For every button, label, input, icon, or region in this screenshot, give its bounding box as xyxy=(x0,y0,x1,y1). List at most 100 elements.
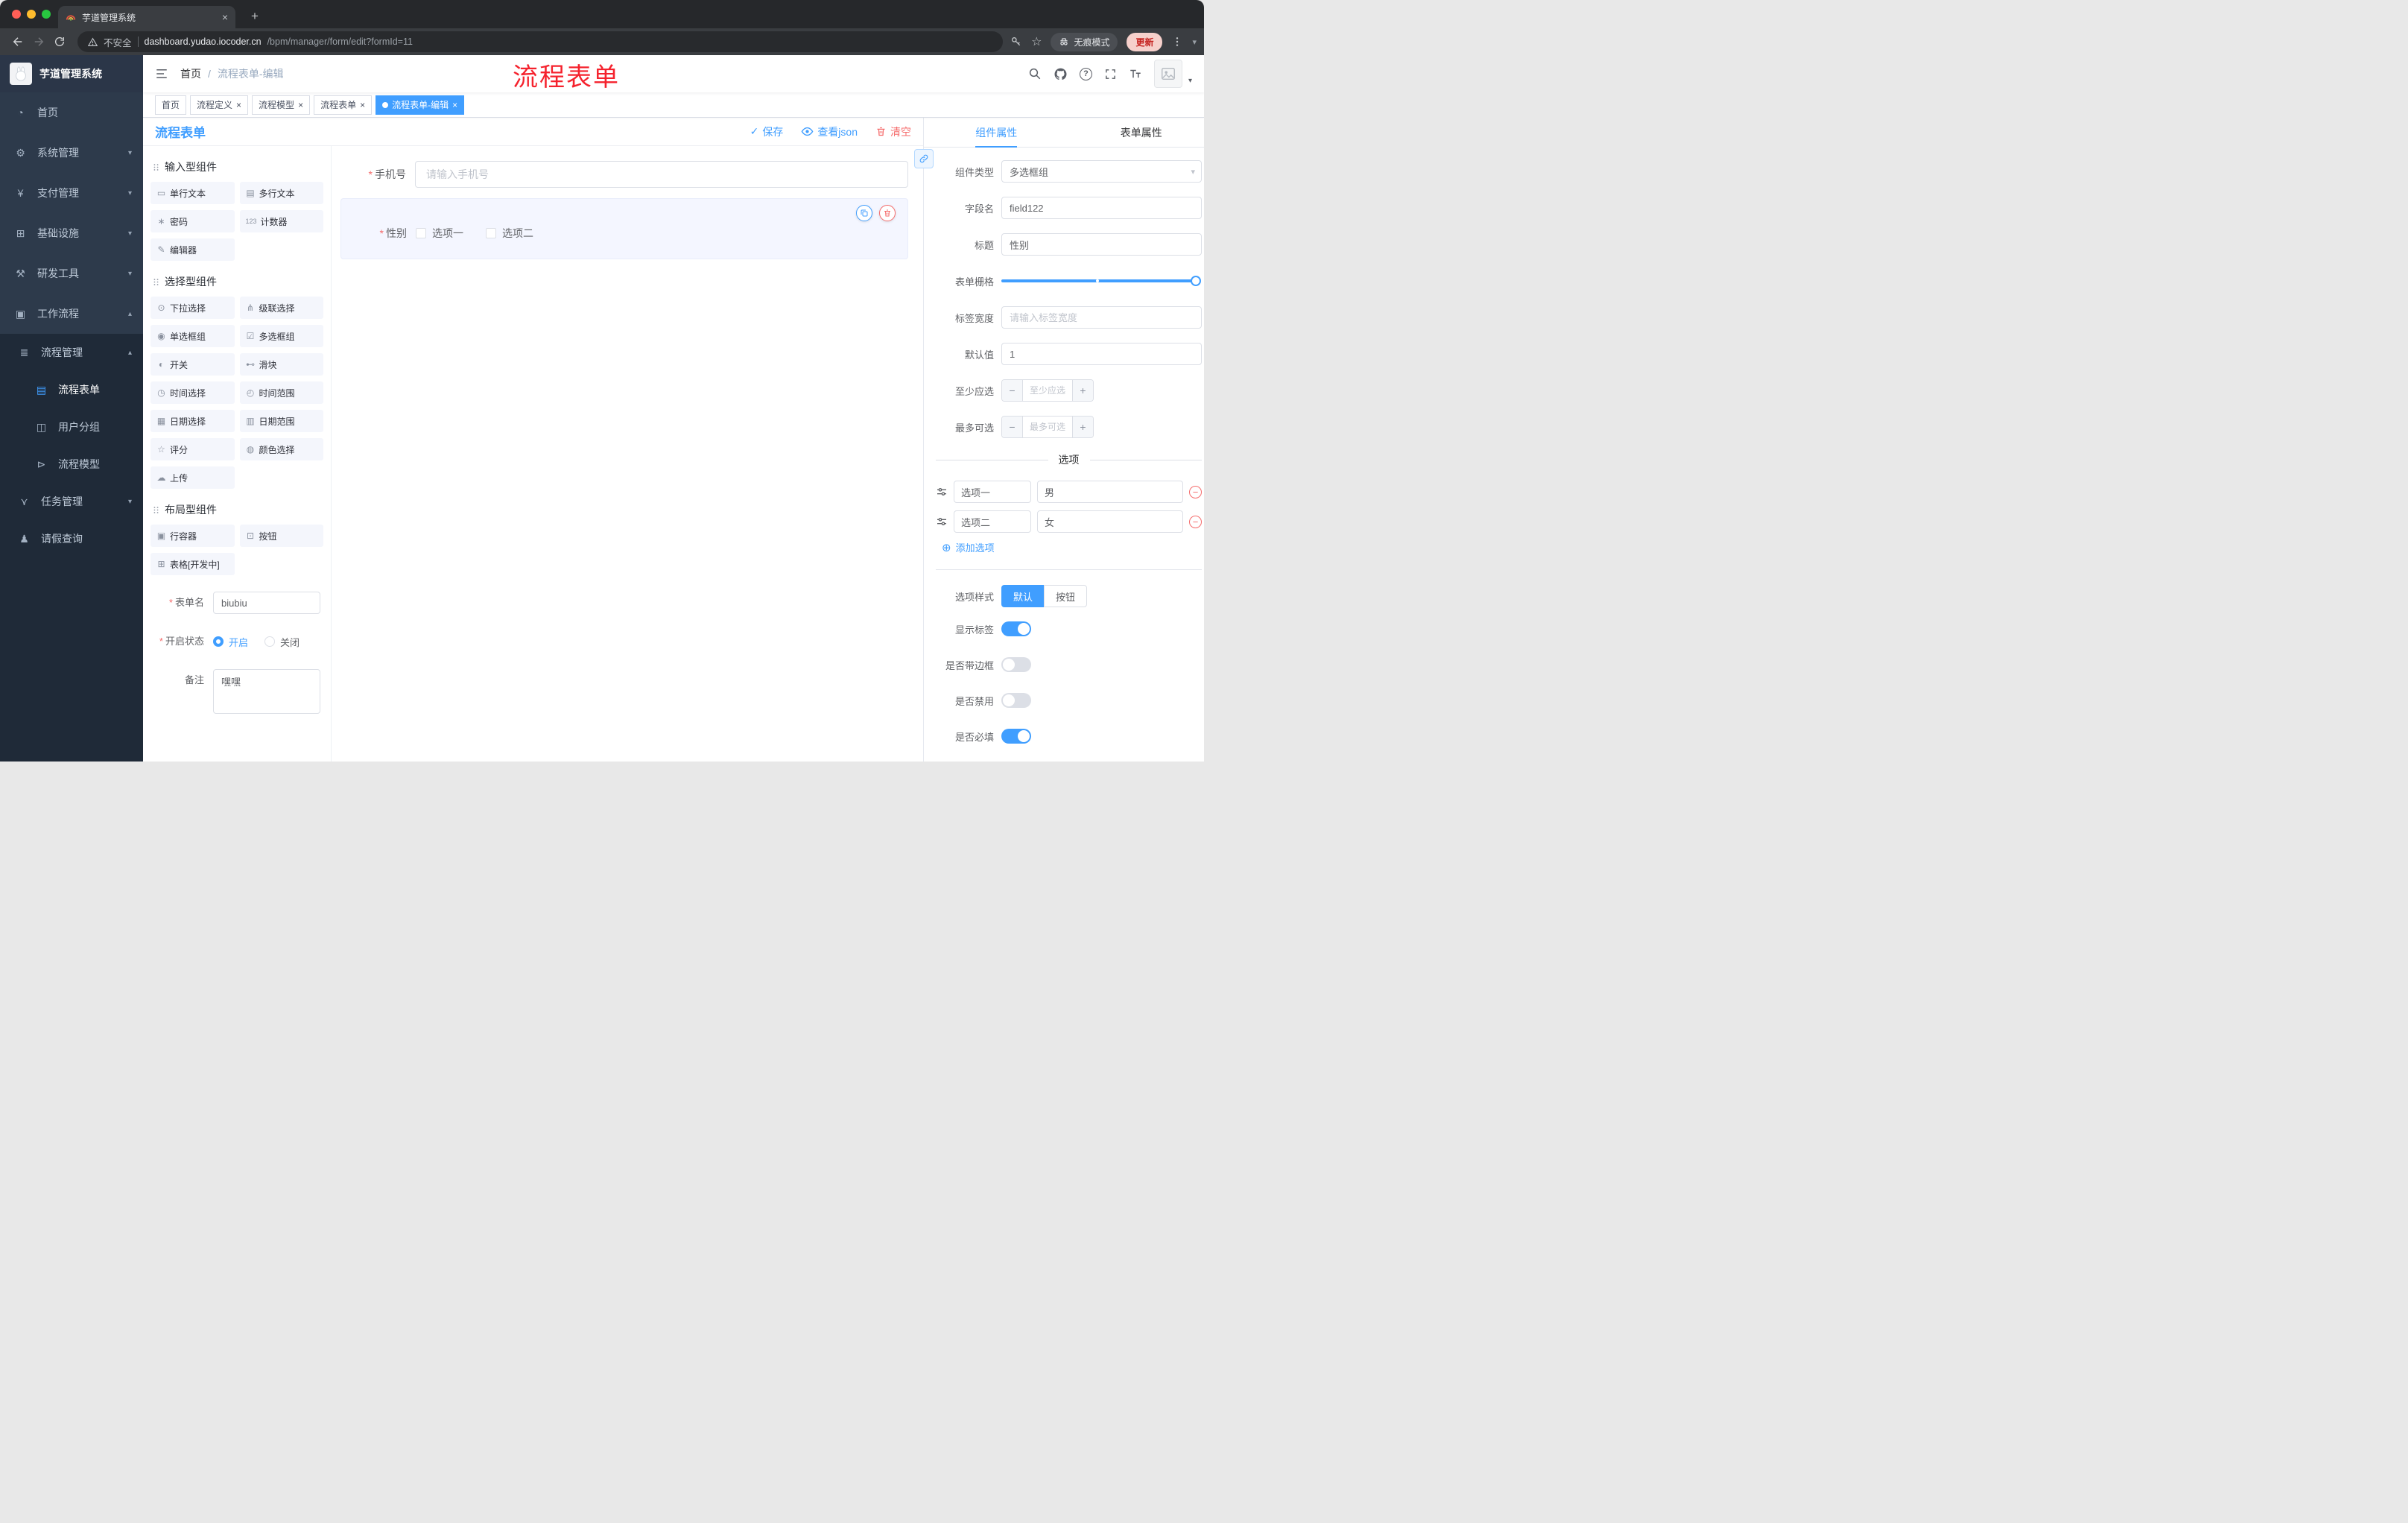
new-tab-button[interactable] xyxy=(246,9,264,24)
remark-textarea[interactable]: 嘿嘿 xyxy=(213,669,320,714)
form-canvas[interactable]: 手机号 性别 xyxy=(332,146,923,762)
form-name-input[interactable] xyxy=(213,592,320,614)
palette-item-date-range[interactable]: ▥ 日期范围 xyxy=(239,410,323,432)
toolbar-chevron-icon[interactable] xyxy=(1192,37,1197,47)
title-input[interactable] xyxy=(1001,233,1202,256)
delete-widget-button[interactable] xyxy=(879,205,896,221)
address-bar[interactable]: 不安全 dashboard.yudao.iocoder.cn/bpm/manag… xyxy=(77,31,1004,52)
browser-menu-icon[interactable] xyxy=(1171,36,1183,48)
tab-component-props[interactable]: 组件属性 xyxy=(924,118,1069,147)
window-minimize-button[interactable] xyxy=(27,10,36,19)
option-label-input[interactable] xyxy=(954,510,1031,533)
bookmark-star-icon[interactable] xyxy=(1031,34,1042,49)
sidebar-item-infrastructure[interactable]: ⊞ 基础设施 xyxy=(0,213,143,253)
max-select-input[interactable] xyxy=(1023,417,1072,437)
sidebar-item-devtools[interactable]: ⚒ 研发工具 xyxy=(0,253,143,294)
palette-item-rate[interactable]: ☆ 评分 xyxy=(150,438,235,460)
help-icon[interactable] xyxy=(1079,67,1092,80)
clear-button[interactable]: 清空 xyxy=(875,124,911,139)
remove-option-button[interactable] xyxy=(1189,515,1202,528)
remove-option-button[interactable] xyxy=(1189,485,1202,498)
sidebar-item-process-form[interactable]: ▤ 流程表单 xyxy=(0,371,143,408)
checkbox-option-2[interactable]: 选项二 xyxy=(486,226,533,241)
palette-item-time-picker[interactable]: ◷ 时间选择 xyxy=(150,381,235,404)
sidebar-item-task-management[interactable]: ⋎ 任务管理 xyxy=(0,483,143,520)
sidebar-item-home[interactable]: ◔ 首页 xyxy=(0,92,143,133)
back-button[interactable] xyxy=(7,31,28,52)
fullscreen-icon[interactable] xyxy=(1104,68,1117,80)
tab-close-icon[interactable] xyxy=(222,11,228,23)
palette-item-switch[interactable]: ◐ 开关 xyxy=(150,353,235,376)
palette-item-multi-text[interactable]: ▤ 多行文本 xyxy=(239,182,323,204)
label-width-input[interactable] xyxy=(1001,306,1202,329)
palette-item-counter[interactable]: 123 计数器 xyxy=(239,210,323,232)
tag-close-icon[interactable] xyxy=(452,100,457,110)
component-type-select[interactable]: 多选框组 xyxy=(1001,160,1202,183)
selected-widget-gender[interactable]: 性别 选项一 选项二 xyxy=(340,198,908,259)
drag-handle-icon[interactable] xyxy=(936,486,948,498)
palette-item-editor[interactable]: ✎ 编辑器 xyxy=(150,238,235,261)
slider-handle[interactable] xyxy=(1191,276,1201,286)
field-link-button[interactable] xyxy=(914,149,934,168)
drag-handle-icon[interactable] xyxy=(936,516,948,528)
window-zoom-button[interactable] xyxy=(42,10,51,19)
window-close-button[interactable] xyxy=(12,10,21,19)
field-name-input[interactable] xyxy=(1001,197,1202,219)
grid-slider[interactable] xyxy=(1001,270,1202,292)
app-logo-row[interactable]: 芋道管理系统 xyxy=(0,55,143,92)
palette-item-slider[interactable]: ⊷ 滑块 xyxy=(239,353,323,376)
option-label-input[interactable] xyxy=(954,481,1031,503)
palette-item-upload[interactable]: ☁ 上传 xyxy=(150,466,235,489)
hamburger-icon[interactable] xyxy=(155,67,168,80)
add-option-button[interactable]: 添加选项 xyxy=(942,540,1202,554)
tag-process-definition[interactable]: 流程定义 xyxy=(190,95,249,115)
tag-process-form[interactable]: 流程表单 xyxy=(314,95,373,115)
palette-item-date-picker[interactable]: ▦ 日期选择 xyxy=(150,410,235,432)
decrease-button[interactable] xyxy=(1002,380,1023,401)
palette-item-checkbox-group[interactable]: ☑ 多选框组 xyxy=(239,325,323,347)
sidebar-item-workflow[interactable]: ▣ 工作流程 xyxy=(0,294,143,334)
copy-widget-button[interactable] xyxy=(856,205,872,221)
tag-close-icon[interactable] xyxy=(360,100,365,110)
increase-button[interactable] xyxy=(1072,380,1093,401)
palette-item-single-text[interactable]: ▭ 单行文本 xyxy=(150,182,235,204)
avatar[interactable] xyxy=(1153,60,1182,88)
increase-button[interactable] xyxy=(1072,417,1093,437)
palette-item-color-picker[interactable]: ◍ 颜色选择 xyxy=(239,438,323,460)
reload-button[interactable] xyxy=(49,31,70,52)
save-button[interactable]: 保存 xyxy=(750,124,783,139)
phone-input[interactable] xyxy=(415,161,908,188)
sidebar-item-leave-query[interactable]: ♟ 请假查询 xyxy=(0,520,143,557)
forward-button[interactable] xyxy=(28,31,49,52)
required-switch[interactable] xyxy=(1001,729,1031,744)
min-select-input[interactable] xyxy=(1023,380,1072,401)
option-style-default-button[interactable]: 默认 xyxy=(1001,585,1045,607)
tag-close-icon[interactable] xyxy=(236,100,241,110)
option-style-button-button[interactable]: 按钮 xyxy=(1044,585,1088,607)
update-button[interactable]: 更新 xyxy=(1127,32,1163,51)
github-icon[interactable] xyxy=(1054,67,1068,81)
palette-item-table[interactable]: ⊞ 表格[开发中] xyxy=(150,553,235,575)
option-value-input[interactable] xyxy=(1037,510,1183,533)
search-icon[interactable] xyxy=(1028,67,1042,80)
palette-item-radio-group[interactable]: ◉ 单选框组 xyxy=(150,325,235,347)
sidebar-item-process-management[interactable]: ≣ 流程管理 xyxy=(0,334,143,371)
decrease-button[interactable] xyxy=(1002,417,1023,437)
sidebar-item-process-model[interactable]: ⊳ 流程模型 xyxy=(0,446,143,483)
status-radio-off[interactable]: 关闭 xyxy=(264,635,300,649)
disabled-switch[interactable] xyxy=(1001,693,1031,708)
tag-process-form-edit[interactable]: 流程表单-编辑 xyxy=(376,95,465,115)
sidebar-item-user-group[interactable]: ◫ 用户分组 xyxy=(0,408,143,446)
palette-item-row-container[interactable]: ▣ 行容器 xyxy=(150,525,235,547)
view-json-button[interactable]: 查看json xyxy=(801,124,858,139)
status-radio-on[interactable]: 开启 xyxy=(213,635,248,649)
palette-item-time-range[interactable]: ◴ 时间范围 xyxy=(239,381,323,404)
palette-item-password[interactable]: ∗ 密码 xyxy=(150,210,235,232)
sidebar-item-payment[interactable]: ¥ 支付管理 xyxy=(0,173,143,213)
tag-home[interactable]: 首页 xyxy=(155,95,187,115)
checkbox-option-1[interactable]: 选项一 xyxy=(416,226,463,241)
tag-close-icon[interactable] xyxy=(298,100,303,110)
font-size-icon[interactable] xyxy=(1129,67,1142,80)
palette-item-cascader[interactable]: ⋔ 级联选择 xyxy=(239,297,323,319)
tab-form-props[interactable]: 表单属性 xyxy=(1069,118,1205,147)
